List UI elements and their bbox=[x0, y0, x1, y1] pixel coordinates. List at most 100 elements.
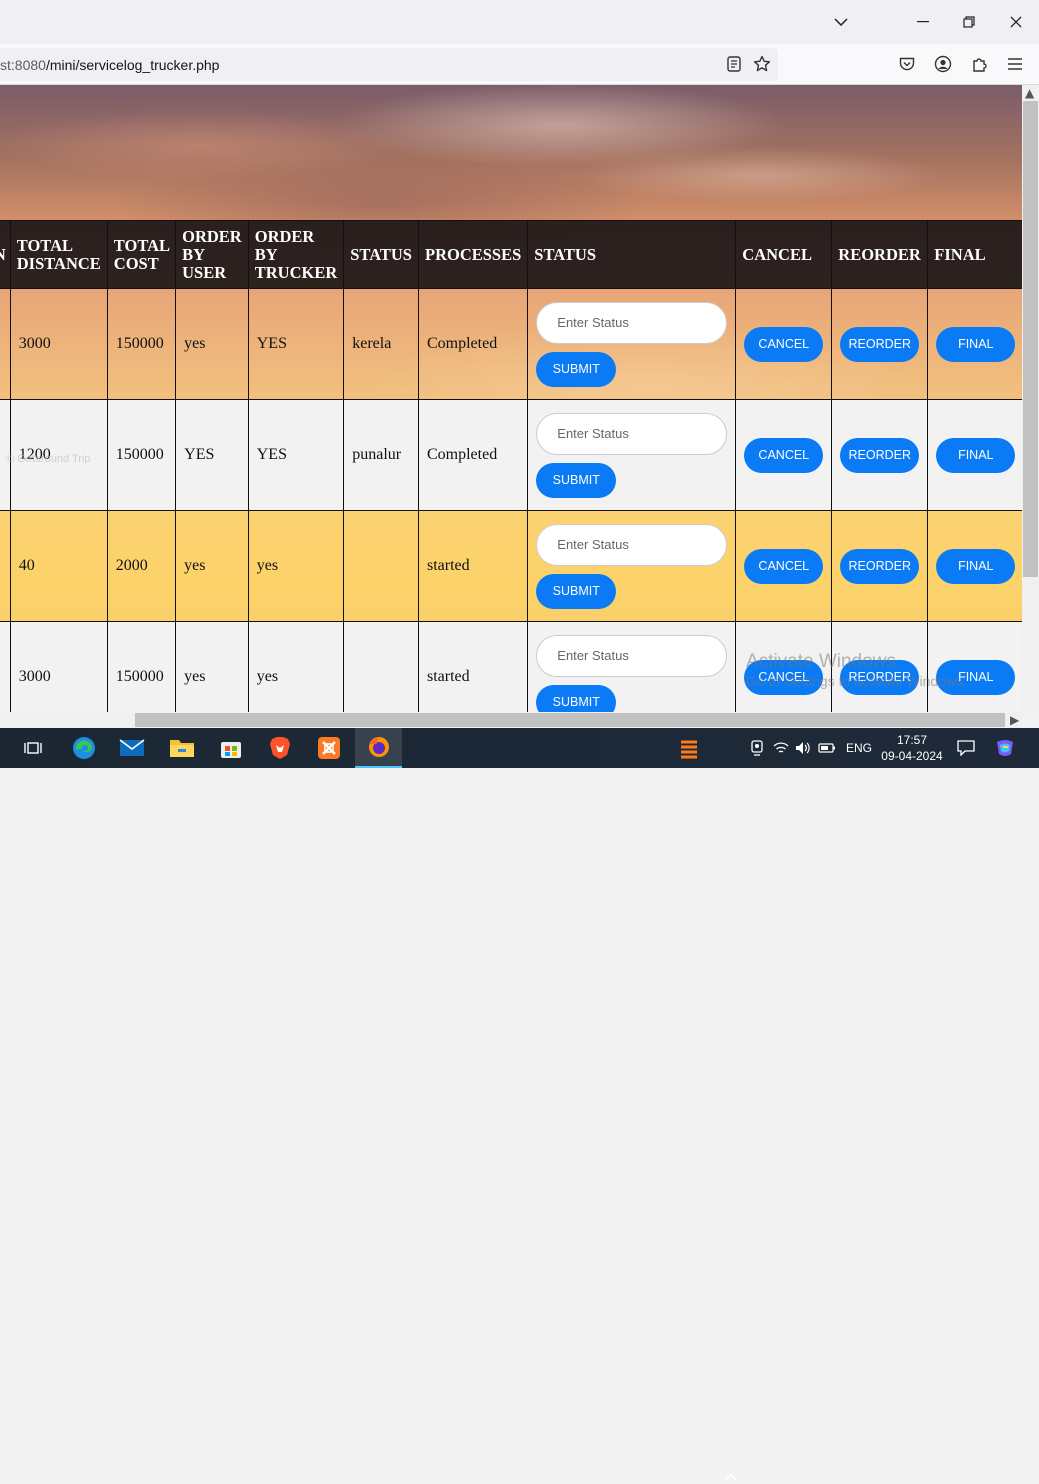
status-update-cell: SUBMIT bbox=[527, 288, 737, 400]
submit-button[interactable]: SUBMIT bbox=[536, 684, 617, 712]
leading-cell bbox=[0, 288, 11, 400]
bookmark-star-icon[interactable] bbox=[750, 52, 774, 76]
show-hidden-icons-chevron-icon[interactable] bbox=[725, 1468, 737, 1484]
horizontal-scroll-thumb[interactable] bbox=[135, 713, 1005, 727]
submit-button[interactable]: SUBMIT bbox=[536, 462, 617, 498]
scroll-right-arrow-icon[interactable]: ▶ bbox=[1010, 713, 1019, 727]
final-button[interactable]: FINAL bbox=[936, 548, 1016, 584]
account-icon[interactable] bbox=[931, 52, 955, 76]
submit-button[interactable]: SUBMIT bbox=[536, 351, 617, 387]
status-input[interactable] bbox=[536, 634, 728, 677]
header-cell: ORDER BY TRUCKER bbox=[247, 220, 345, 289]
table-row: 1200150000YESYESpunalurCompletedSUBMITCA… bbox=[0, 399, 1022, 511]
cost-cell: 2000 bbox=[106, 510, 177, 622]
header-cell: CANCEL bbox=[735, 220, 833, 289]
status-cell: kerela bbox=[343, 288, 419, 400]
service-log-table: ON TOTAL DISTANCE TOTAL COST ORDER BY US… bbox=[0, 220, 1022, 712]
table-header-row: ON TOTAL DISTANCE TOTAL COST ORDER BY US… bbox=[0, 220, 1022, 289]
status-cell bbox=[343, 621, 419, 712]
order-by-user-cell: yes bbox=[175, 621, 249, 712]
process-cell: started bbox=[417, 621, 529, 712]
final-cell: FINAL bbox=[927, 288, 1022, 400]
cancel-cell: CANCEL bbox=[735, 288, 833, 400]
cancel-button[interactable]: CANCEL bbox=[744, 326, 824, 362]
table-row: 3000150000yesYESkerelaCompletedSUBMIT CAN… bbox=[0, 288, 1022, 400]
battery-icon[interactable] bbox=[815, 736, 839, 760]
url-text[interactable]: st:8080/mini/servicelog_trucker.php bbox=[0, 57, 219, 73]
table-body: 3000150000yesYESkerelaCompletedSUBMITCAN… bbox=[0, 288, 1022, 712]
status-input[interactable] bbox=[536, 301, 728, 344]
final-button[interactable]: FINAL bbox=[936, 437, 1016, 473]
table-row: 402000yesyesstartedSUBMITCANCELREORDERFI… bbox=[0, 510, 1022, 622]
notifications-icon[interactable] bbox=[954, 736, 978, 760]
microsoft-store-icon[interactable] bbox=[217, 734, 245, 762]
url-host: st:8080 bbox=[0, 57, 46, 73]
reorder-button[interactable]: REORDER bbox=[840, 437, 920, 473]
address-bar[interactable]: st:8080/mini/servicelog_trucker.php bbox=[0, 48, 778, 81]
submit-button[interactable]: SUBMIT bbox=[536, 573, 617, 609]
clock-date: 09-04-2024 bbox=[881, 749, 943, 763]
volume-icon[interactable] bbox=[791, 736, 815, 760]
extensions-puzzle-icon[interactable] bbox=[967, 52, 991, 76]
browser-titlebar bbox=[0, 0, 1039, 44]
mail-icon[interactable] bbox=[118, 734, 146, 762]
tray-app-icon[interactable] bbox=[675, 734, 703, 762]
reader-view-icon[interactable] bbox=[722, 52, 746, 76]
cancel-cell: CANCEL bbox=[735, 399, 833, 511]
camera-tray-icon[interactable] bbox=[745, 736, 769, 760]
status-cell: punalur bbox=[343, 399, 419, 511]
wifi-icon[interactable] bbox=[769, 736, 793, 760]
cost-cell: 150000 bbox=[106, 288, 177, 400]
status-update-cell: SUBMIT bbox=[527, 621, 737, 712]
xampp-icon[interactable] bbox=[315, 734, 343, 762]
taskbar-clock[interactable]: 17:57 09-04-2024 bbox=[878, 732, 946, 764]
status-update-cell: SUBMIT bbox=[527, 399, 737, 511]
header-cell: ORDER BY USER bbox=[175, 220, 249, 289]
cancel-button[interactable]: CANCEL bbox=[744, 548, 824, 584]
brave-browser-icon[interactable] bbox=[266, 734, 294, 762]
pocket-icon[interactable] bbox=[895, 52, 919, 76]
clock-time: 17:57 bbox=[896, 733, 928, 747]
header-cell: REORDER bbox=[831, 220, 929, 289]
order-by-trucker-cell: YES bbox=[247, 288, 345, 400]
watermark-subtitle: Go to Settings to activate Windows. bbox=[746, 673, 967, 689]
order-by-user-cell: YES bbox=[175, 399, 249, 511]
order-by-user-cell: yes bbox=[175, 288, 249, 400]
order-by-trucker-cell: YES bbox=[247, 399, 345, 511]
final-button[interactable]: FINAL bbox=[936, 326, 1016, 362]
reorder-cell: REORDER bbox=[831, 288, 929, 400]
status-input[interactable] bbox=[536, 412, 728, 455]
vertical-scroll-thumb[interactable] bbox=[1023, 101, 1038, 577]
minimize-button[interactable] bbox=[908, 8, 938, 36]
leading-cell bbox=[0, 510, 11, 622]
reorder-button[interactable]: REORDER bbox=[840, 548, 920, 584]
status-input[interactable] bbox=[536, 523, 728, 566]
reorder-button[interactable]: REORDER bbox=[840, 326, 920, 362]
menu-hamburger-icon[interactable] bbox=[1003, 52, 1027, 76]
distance-cell: 3000 bbox=[9, 288, 108, 400]
page-content: ON TOTAL DISTANCE TOTAL COST ORDER BY US… bbox=[0, 85, 1022, 712]
header-cell: FINAL bbox=[927, 220, 1022, 289]
background-credit-text: © Getaround Trip bbox=[6, 453, 91, 465]
task-view-icon[interactable] bbox=[19, 734, 47, 762]
navigation-toolbar: st:8080/mini/servicelog_trucker.php bbox=[0, 44, 1039, 85]
header-cell: TOTAL DISTANCE bbox=[9, 220, 108, 289]
order-by-trucker-cell: yes bbox=[247, 510, 345, 622]
close-window-button[interactable] bbox=[1001, 8, 1031, 36]
cost-cell: 150000 bbox=[106, 621, 177, 712]
language-indicator[interactable]: ENG bbox=[846, 741, 872, 755]
edge-browser-icon[interactable] bbox=[70, 734, 98, 762]
reorder-cell: REORDER bbox=[831, 510, 929, 622]
firefox-icon[interactable] bbox=[355, 728, 402, 768]
cancel-button[interactable]: CANCEL bbox=[744, 437, 824, 473]
header-cell: TOTAL COST bbox=[106, 220, 177, 289]
order-by-trucker-cell: yes bbox=[247, 621, 345, 712]
scroll-up-arrow-icon[interactable]: ▲ bbox=[1025, 86, 1034, 100]
file-explorer-icon[interactable] bbox=[168, 734, 196, 762]
restore-button[interactable] bbox=[954, 8, 984, 36]
copilot-icon[interactable] bbox=[993, 736, 1017, 760]
cost-cell: 150000 bbox=[106, 399, 177, 511]
tab-list-chevron-icon[interactable] bbox=[826, 8, 856, 36]
watermark-title: Activate Windows bbox=[746, 651, 896, 672]
reorder-cell: REORDER bbox=[831, 399, 929, 511]
